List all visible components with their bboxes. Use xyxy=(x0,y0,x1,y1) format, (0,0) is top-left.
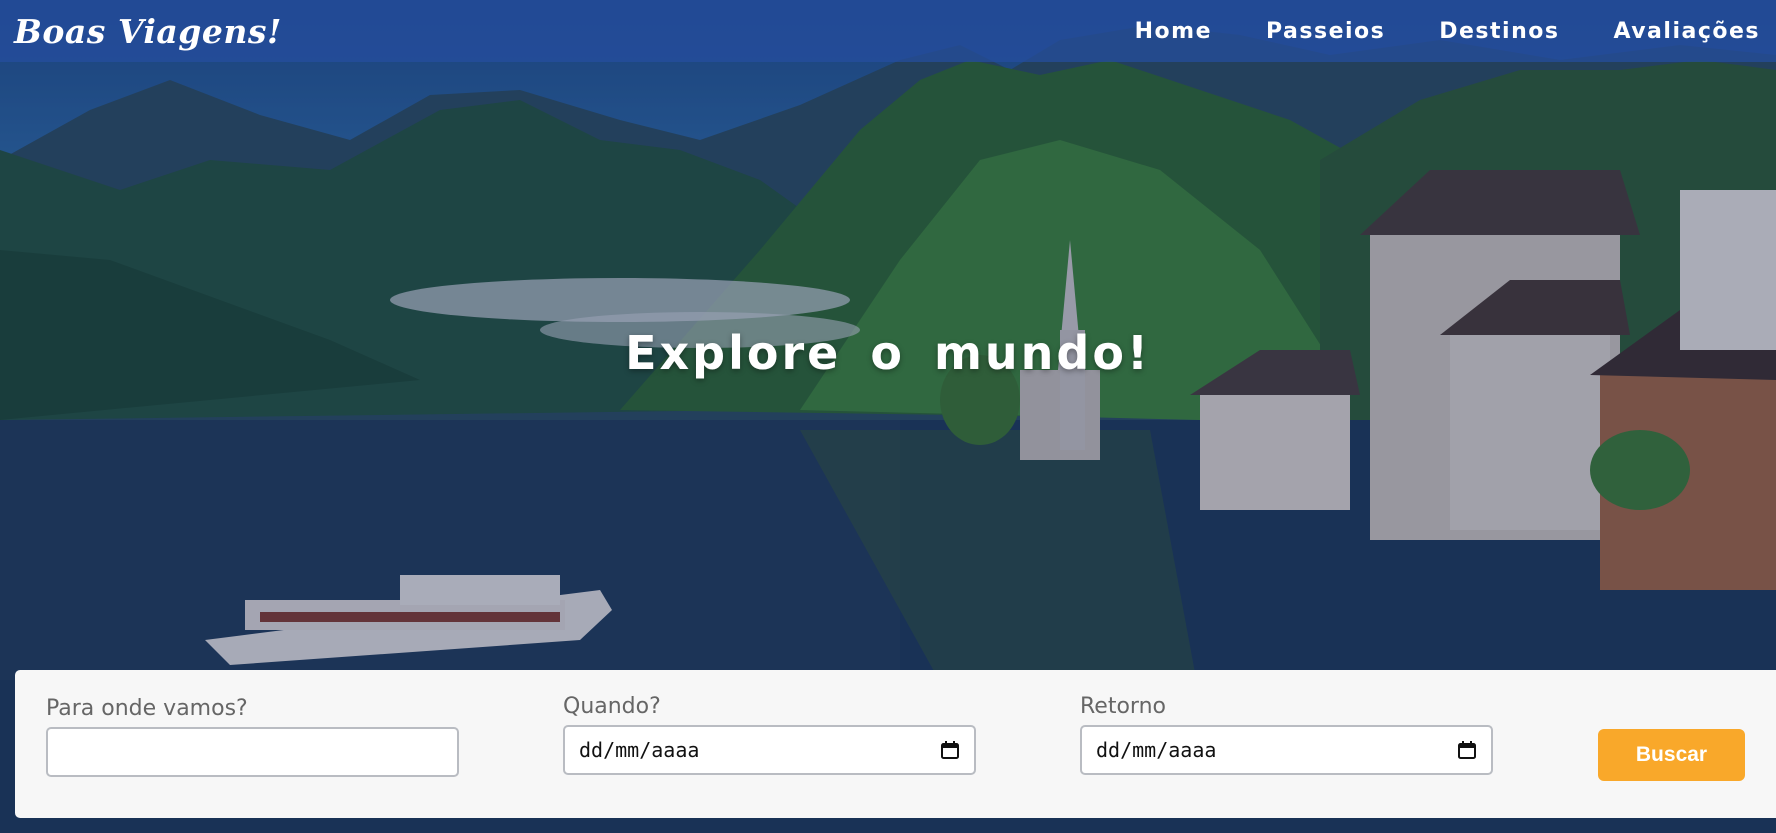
nav-item-passeios[interactable]: Passeios xyxy=(1266,19,1385,44)
nav-item-home[interactable]: Home xyxy=(1135,19,1212,44)
search-button[interactable]: Buscar xyxy=(1598,729,1745,781)
departure-date-input[interactable]: dd/mm/aaaa xyxy=(563,725,976,775)
hero-title: Explore o mundo! xyxy=(625,325,1151,380)
calendar-icon[interactable] xyxy=(940,740,960,760)
nav-item-avaliacoes[interactable]: Avaliações xyxy=(1613,19,1760,44)
destination-field-group: Para onde vamos? xyxy=(46,696,459,777)
return-date-input[interactable]: dd/mm/aaaa xyxy=(1080,725,1493,775)
brand-logo[interactable]: Boas Viagens! xyxy=(14,12,282,51)
departure-field-group: Quando? dd/mm/aaaa xyxy=(563,694,976,775)
destination-label: Para onde vamos? xyxy=(46,696,248,721)
destination-input[interactable] xyxy=(46,727,459,777)
departure-label: Quando? xyxy=(563,694,661,719)
nav-item-destinos[interactable]: Destinos xyxy=(1439,19,1559,44)
calendar-icon[interactable] xyxy=(1457,740,1477,760)
return-field-group: Retorno dd/mm/aaaa xyxy=(1080,694,1493,775)
search-panel: Para onde vamos? Quando? dd/mm/aaaa Reto… xyxy=(15,670,1776,818)
top-navbar: Boas Viagens! Home Passeios Destinos Ava… xyxy=(0,0,1776,62)
departure-date-value: dd/mm/aaaa xyxy=(579,738,700,762)
main-nav: Home Passeios Destinos Avaliações xyxy=(1081,19,1760,44)
return-label: Retorno xyxy=(1080,694,1166,719)
return-date-value: dd/mm/aaaa xyxy=(1096,738,1217,762)
